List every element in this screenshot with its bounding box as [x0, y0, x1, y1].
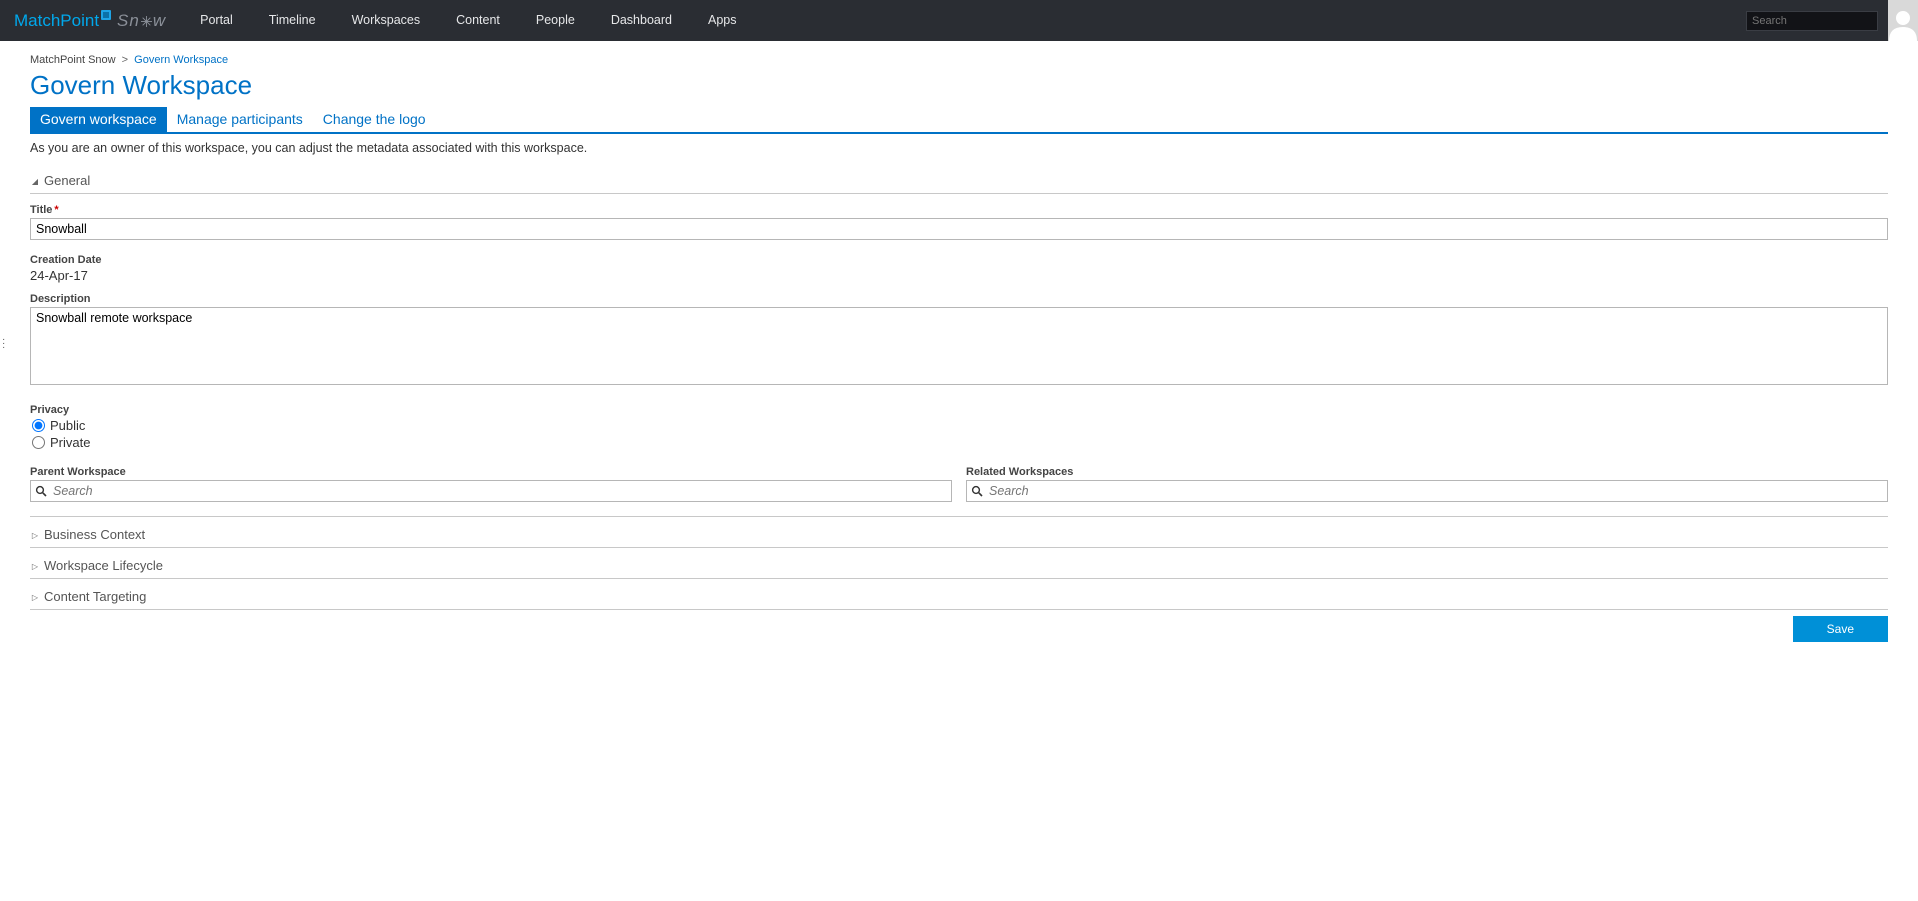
section-content-targeting-title: Content Targeting: [44, 589, 146, 604]
privacy-public-label: Public: [50, 418, 85, 433]
tab-manage-participants[interactable]: Manage participants: [167, 107, 313, 132]
breadcrumb-current[interactable]: Govern Workspace: [134, 54, 228, 66]
creation-date-value: 24-Apr-17: [30, 268, 1888, 283]
related-workspaces-input[interactable]: [987, 483, 1883, 499]
brand-point: Point: [60, 11, 99, 31]
section-workspace-lifecycle-title: Workspace Lifecycle: [44, 558, 163, 573]
chevron-right-icon: [30, 530, 40, 540]
page-title: Govern Workspace: [30, 70, 1888, 101]
brand-snow: Snw: [117, 11, 166, 31]
nav-workspaces[interactable]: Workspaces: [334, 0, 439, 41]
section-general-title: General: [44, 173, 90, 188]
nav-timeline[interactable]: Timeline: [251, 0, 334, 41]
chevron-down-icon: [30, 176, 40, 186]
creation-date-label: Creation Date: [30, 254, 1888, 266]
tab-change-logo[interactable]: Change the logo: [313, 107, 436, 132]
breadcrumb-root: MatchPoint Snow: [30, 54, 116, 66]
related-workspaces-lookup[interactable]: [966, 480, 1888, 502]
intro-text: As you are an owner of this workspace, y…: [30, 141, 1888, 155]
nav-people[interactable]: People: [518, 0, 593, 41]
parent-workspace-label: Parent Workspace: [30, 466, 952, 478]
parent-workspace-lookup[interactable]: [30, 480, 952, 502]
brand-match: Match: [14, 11, 60, 31]
section-general: General Title* Creation Date 24-Apr-17 D…: [30, 173, 1888, 517]
parent-workspace-input[interactable]: [51, 483, 947, 499]
related-workspaces-label: Related Workspaces: [966, 466, 1888, 478]
chevron-right-icon: [30, 592, 40, 602]
privacy-private-row[interactable]: Private: [30, 435, 1888, 450]
nav-dashboard[interactable]: Dashboard: [593, 0, 690, 41]
title-input[interactable]: [30, 218, 1888, 240]
nav-apps[interactable]: Apps: [690, 0, 755, 41]
breadcrumb-separator: >: [122, 54, 128, 66]
section-business-context-title: Business Context: [44, 527, 145, 542]
nav-portal[interactable]: Portal: [182, 0, 251, 41]
privacy-public-radio[interactable]: [32, 419, 45, 432]
required-mark: *: [54, 204, 58, 216]
snowflake-icon: [141, 16, 152, 27]
action-bar: Save: [30, 616, 1888, 642]
section-content-targeting-header[interactable]: Content Targeting: [30, 581, 1888, 609]
top-nav: Portal Timeline Workspaces Content Peopl…: [182, 0, 754, 41]
page-body: MatchPoint Snow > Govern Workspace Gover…: [0, 41, 1918, 652]
breadcrumb: MatchPoint Snow > Govern Workspace: [30, 49, 1888, 70]
description-input[interactable]: [30, 307, 1888, 385]
tab-govern-workspace[interactable]: Govern workspace: [30, 107, 167, 132]
topbar: MatchPoint Snw Portal Timeline Workspace…: [0, 0, 1918, 41]
privacy-label: Privacy: [30, 404, 1888, 416]
panel-drag-handle[interactable]: ···: [2, 338, 5, 350]
nav-content[interactable]: Content: [438, 0, 518, 41]
brand-cube-icon: [101, 7, 111, 25]
search-icon: [35, 485, 47, 497]
chevron-right-icon: [30, 561, 40, 571]
title-label: Title*: [30, 204, 1888, 216]
privacy-private-label: Private: [50, 435, 90, 450]
privacy-private-radio[interactable]: [32, 436, 45, 449]
section-general-header[interactable]: General: [30, 173, 1888, 193]
section-workspace-lifecycle-header[interactable]: Workspace Lifecycle: [30, 550, 1888, 578]
description-label: Description: [30, 293, 1888, 305]
global-search[interactable]: [1746, 11, 1878, 31]
search-icon: [971, 485, 983, 497]
global-search-input[interactable]: [1747, 15, 1877, 27]
brand-logo[interactable]: MatchPoint Snw: [14, 11, 166, 31]
tab-row: Govern workspace Manage participants Cha…: [30, 107, 1888, 134]
user-avatar[interactable]: [1888, 0, 1918, 41]
avatar-icon: [1889, 7, 1917, 41]
privacy-public-row[interactable]: Public: [30, 418, 1888, 433]
section-workspace-lifecycle: Workspace Lifecycle: [30, 550, 1888, 579]
save-button[interactable]: Save: [1793, 616, 1888, 642]
section-business-context: Business Context: [30, 519, 1888, 548]
section-business-context-header[interactable]: Business Context: [30, 519, 1888, 547]
section-content-targeting: Content Targeting: [30, 581, 1888, 610]
